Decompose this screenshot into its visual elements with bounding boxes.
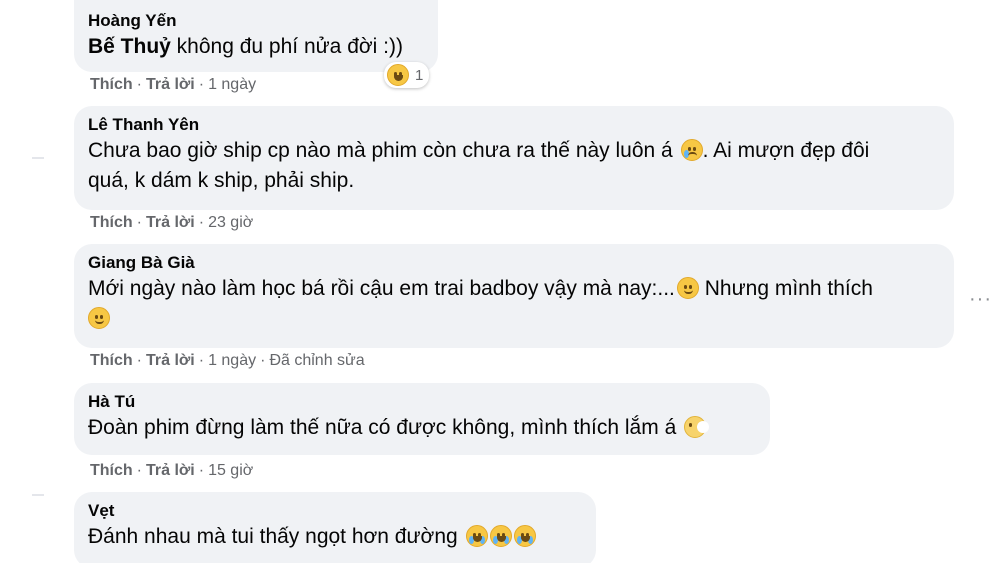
more-horizontal-icon[interactable]: ··· <box>969 288 992 311</box>
reply-button[interactable]: Trả lời <box>146 214 195 231</box>
comment-author[interactable]: Hà Tú <box>88 391 756 413</box>
comment-4: Hà Tú Đoàn phim đừng làm thế nữa có được… <box>74 383 770 479</box>
comment-timestamp[interactable]: 1 ngày <box>208 352 256 369</box>
crying-emoji-icon <box>465 525 488 547</box>
comment-3: Giang Bà Già Mới ngày nào làm học bá rồi… <box>74 244 954 369</box>
comment-author[interactable]: Vẹt <box>88 500 582 522</box>
comment-bubble: Lê Thanh Yên Chưa bao giờ ship cp nào mà… <box>74 106 954 210</box>
comment-text-line: . Ai mượn đẹp đôi <box>702 139 870 162</box>
comment-text-line: Nhưng mình thích <box>698 277 873 300</box>
comment-actions: Thích · Trả lời · 15 giờ <box>90 462 254 479</box>
comment-text-line: Chưa bao giờ ship cp nào mà phim còn chư… <box>88 139 679 162</box>
mention-link[interactable]: Bế Thuỷ <box>88 35 171 58</box>
comment-text-line: quá, k dám k ship, phải ship. <box>88 169 355 192</box>
sad-tear-emoji-icon <box>680 139 703 161</box>
edited-label[interactable]: Đã chỉnh sửa <box>269 352 364 369</box>
reply-button[interactable]: Trả lời <box>146 462 195 479</box>
like-button[interactable]: Thích <box>90 76 133 93</box>
comment-timestamp[interactable]: 1 ngày <box>208 76 256 93</box>
comment-bubble: Vẹt Đánh nhau mà tui thấy ngọt hơn đường <box>74 492 596 563</box>
comment-actions: Thích · Trả lời · 1 ngày <box>90 76 257 93</box>
like-button[interactable]: Thích <box>90 462 133 479</box>
like-button[interactable]: Thích <box>90 352 133 369</box>
thread-line <box>32 494 44 496</box>
comment-bubble: Giang Bà Già Mới ngày nào làm học bá rồi… <box>74 244 954 348</box>
reaction-summary[interactable]: 1 <box>384 62 430 88</box>
comment-1: Hoàng Yến Bế Thuỷ không đu phí nửa đời :… <box>74 0 438 93</box>
reaction-count: 1 <box>415 66 424 84</box>
reply-button[interactable]: Trả lời <box>146 352 195 369</box>
smiling-emoji-icon <box>88 307 110 329</box>
comment-text-line: Mới ngày nào làm học bá rồi cậu em trai … <box>88 277 675 300</box>
comment-text-line: Đoàn phim đừng làm thế nữa có được không… <box>88 416 683 439</box>
thread-line <box>32 157 44 159</box>
comment-bubble: Hà Tú Đoàn phim đừng làm thế nữa có được… <box>74 383 770 455</box>
comment-timestamp[interactable]: 15 giờ <box>208 462 253 479</box>
comment-timestamp[interactable]: 23 giờ <box>208 214 253 231</box>
comment-author[interactable]: Lê Thanh Yên <box>88 114 940 136</box>
comment-actions: Thích · Trả lời · 1 ngày · Đã chỉnh sửa <box>90 352 365 369</box>
comment-bubble: Hoàng Yến Bế Thuỷ không đu phí nửa đời :… <box>74 0 438 72</box>
comment-text: Đánh nhau mà tui thấy ngọt hơn đường <box>88 522 582 552</box>
comment-text: Mới ngày nào làm học bá rồi cậu em trai … <box>88 274 940 334</box>
comment-2: Lê Thanh Yên Chưa bao giờ ship cp nào mà… <box>74 106 954 231</box>
comment-text: Bế Thuỷ không đu phí nửa đời :)) <box>88 32 424 62</box>
like-button[interactable]: Thích <box>90 214 133 231</box>
comment-actions: Thích · Trả lời · 23 giờ <box>90 214 254 231</box>
comment-text: Đoàn phim đừng làm thế nữa có được không… <box>88 413 756 443</box>
comment-text-body: không đu phí nửa đời :)) <box>170 35 403 58</box>
comment-author[interactable]: Giang Bà Già <box>88 252 940 274</box>
comment-text: Chưa bao giờ ship cp nào mà phim còn chư… <box>88 136 940 196</box>
reply-button[interactable]: Trả lời <box>146 76 195 93</box>
comment-text-line: Đánh nhau mà tui thấy ngọt hơn đường <box>88 525 464 548</box>
relieved-emoji-icon <box>676 277 699 299</box>
moon-face-emoji-icon <box>684 416 710 438</box>
comment-5: Vẹt Đánh nhau mà tui thấy ngọt hơn đường <box>74 492 596 563</box>
crying-emoji-icon <box>513 525 536 547</box>
crying-emoji-icon <box>489 525 512 547</box>
laughing-emoji-icon <box>387 64 409 86</box>
comment-author[interactable]: Hoàng Yến <box>88 10 424 32</box>
